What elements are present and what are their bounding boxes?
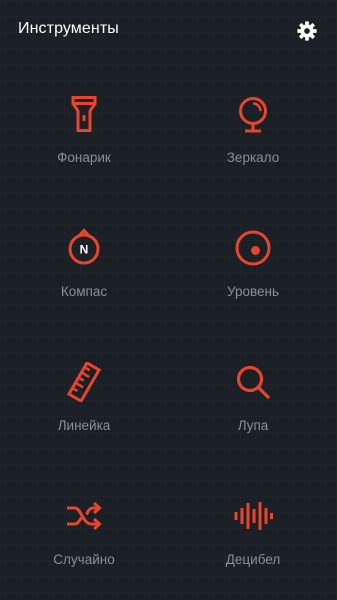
magnifier-icon [233,362,273,402]
app-header: Инструменты [0,0,337,62]
tool-label: Фонарик [57,150,111,165]
ruler-icon [64,362,104,402]
flashlight-icon [64,94,104,134]
mirror-icon [233,94,273,134]
tool-shuffle[interactable]: Случайно [0,468,168,600]
settings-button[interactable] [294,18,320,44]
tool-flashlight[interactable]: Фонарик [0,66,168,200]
compass-icon: N [64,228,104,268]
tool-label: Случайно [53,552,115,567]
tool-ruler[interactable]: Линейка [0,334,168,468]
tool-label: Децибел [225,552,281,567]
tool-compass[interactable]: N Компас [0,200,168,334]
tool-magnifier[interactable]: Лупа [169,334,337,468]
page-title: Инструменты [18,20,119,37]
tools-grid: Фонарик Зеркало N Компас Уровень Линейка… [0,66,337,600]
gear-icon [296,20,318,42]
tools-screen: Инструменты Фонарик Зеркало N Компас Уро… [0,0,337,600]
tool-label: Зеркало [226,150,280,165]
tool-label: Компас [60,284,108,299]
tool-label: Уровень [226,284,279,299]
tool-mirror[interactable]: Зеркало [169,66,337,200]
tool-label: Лупа [237,418,269,433]
svg-text:N: N [80,243,89,257]
tool-level[interactable]: Уровень [169,200,337,334]
shuffle-icon [64,496,104,536]
tool-decibel[interactable]: Децибел [169,468,337,600]
level-icon [233,228,273,268]
tool-label: Линейка [57,418,111,433]
decibel-icon [233,496,273,536]
